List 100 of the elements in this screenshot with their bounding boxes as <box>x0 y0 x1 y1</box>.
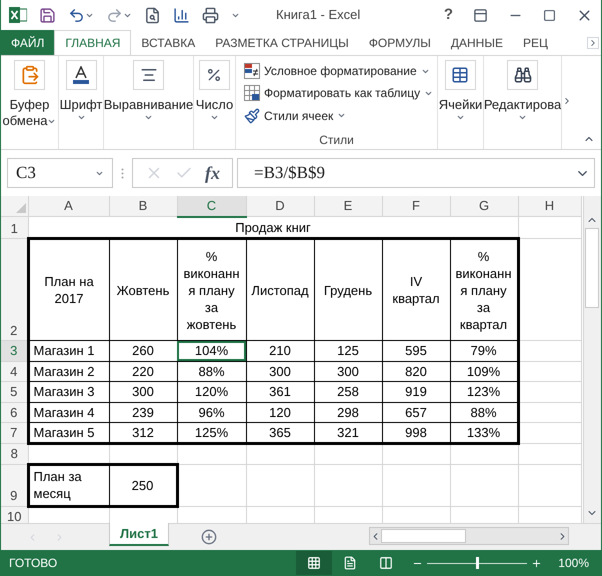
table-cell: Магазин 3 <box>28 382 109 402</box>
window-title: Книга1 - Excel <box>276 6 360 24</box>
table-cell: 120 <box>246 402 314 422</box>
zoom-slider-thumb[interactable] <box>476 557 480 569</box>
save-icon[interactable] <box>39 6 56 24</box>
ribbon-button[interactable]: Число <box>196 60 234 122</box>
help-button[interactable]: ? <box>444 4 453 26</box>
app-logo-icon <box>9 6 27 24</box>
ribbon-button[interactable]: Буфер обмена <box>2 60 56 129</box>
formula-field[interactable]: =B3/$B$9 <box>237 158 595 188</box>
binoculars-icon <box>514 66 532 84</box>
table-cell: % виконання плану за жовтень <box>177 238 246 340</box>
table-cell: 88% <box>450 402 518 422</box>
table-cell: 321 <box>314 422 382 443</box>
name-box[interactable]: C3 <box>7 158 113 188</box>
table-cell: Жовтень <box>109 238 177 340</box>
caret-icon <box>144 113 153 122</box>
table-cell: 260 <box>109 340 177 361</box>
table-cell: 300 <box>109 382 177 402</box>
row-header[interactable]: 9 <box>1 464 28 506</box>
print-preview-icon[interactable] <box>144 6 161 24</box>
table-cell: 998 <box>382 422 450 443</box>
row-header[interactable]: 4 <box>1 361 28 382</box>
font-color-icon <box>73 66 89 84</box>
caret-icon <box>518 113 527 122</box>
table-cell: 239 <box>109 402 177 422</box>
table-cell: 88% <box>177 361 246 382</box>
zoom-level: 100% <box>558 555 589 572</box>
table-cell: 125 <box>314 340 382 361</box>
table-cell: 657 <box>382 402 450 422</box>
zoom-slider[interactable] <box>427 557 528 569</box>
sheet-tab[interactable]: Лист1 <box>109 523 169 546</box>
button-label: Буфер <box>10 97 50 113</box>
zoom-in-icon[interactable] <box>531 558 542 568</box>
ribbon-tab[interactable]: ДАННЫЕ <box>440 30 513 55</box>
row-header[interactable]: 7 <box>1 422 28 443</box>
column-header[interactable]: F <box>382 196 450 216</box>
ribbon-menu-button[interactable]: Стили ячеек <box>244 104 429 127</box>
table-cell: 365 <box>246 422 314 443</box>
table-cell: Магазин 2 <box>28 361 109 382</box>
table-cell: 300 <box>314 361 382 382</box>
caret-icon <box>456 113 465 122</box>
ribbon-tab[interactable]: ГЛАВНАЯ <box>54 30 132 55</box>
table-cell: IV квартал <box>382 238 450 340</box>
caret-icon <box>76 113 86 122</box>
ribbon-menu-button[interactable]: Условное форматирование <box>244 60 429 82</box>
ribbon-button[interactable]: Редактирова <box>484 60 561 122</box>
row-header[interactable]: 8 <box>1 443 28 464</box>
button-label: Число <box>196 97 234 113</box>
table-cell: Магазин 1 <box>28 340 109 361</box>
button-label: Шрифт <box>60 97 102 113</box>
ribbon-button[interactable]: Шрифт <box>60 60 102 122</box>
insert-function-button[interactable]: fx <box>205 160 220 186</box>
table-cell: 220 <box>109 361 177 382</box>
table-cell: Листопад <box>246 238 314 340</box>
undo-icon[interactable] <box>68 6 85 24</box>
table-cell: 298 <box>314 402 382 422</box>
cell-style-icon <box>244 108 260 124</box>
percent-icon <box>206 67 222 83</box>
table-cell: 104% <box>177 340 246 361</box>
row-header[interactable]: 6 <box>1 402 28 422</box>
column-header[interactable]: D <box>246 196 314 216</box>
button-label: обмена <box>2 113 48 129</box>
column-header[interactable]: E <box>314 196 382 216</box>
table-cell: 258 <box>314 382 382 402</box>
scroll-right-icon[interactable] <box>587 37 599 49</box>
horizontal-scrollbar-thumb[interactable] <box>381 529 466 543</box>
table-cell: Магазин 4 <box>28 402 109 422</box>
row-header[interactable]: 10 <box>1 506 28 523</box>
add-sheet-icon[interactable] <box>200 529 217 545</box>
ribbon-tab[interactable]: ВСТАВКА <box>131 30 206 55</box>
table-cell: 133% <box>450 422 518 443</box>
ribbon-tab[interactable]: РЕЦ <box>512 30 558 55</box>
maximize-icon[interactable] <box>543 8 556 22</box>
redo-icon[interactable] <box>106 6 123 24</box>
ribbon-menu-button[interactable]: Форматировать как таблицу <box>244 82 429 105</box>
normal-view-icon[interactable] <box>296 551 332 575</box>
ribbon-button[interactable]: Выравнивание <box>104 60 193 122</box>
row-header[interactable]: 1 <box>1 216 28 238</box>
ribbon-tab[interactable]: ФОРМУЛЫ <box>358 30 441 55</box>
conditional-format-icon <box>244 63 260 80</box>
ribbon-tab[interactable]: РАЗМЕТКА СТРАНИЦЫ <box>205 30 359 55</box>
table-cell: 250 <box>109 464 177 506</box>
ribbon-tab[interactable]: ФАЙЛ <box>1 30 54 55</box>
row-header[interactable]: 3 <box>1 340 28 361</box>
column-header[interactable]: H <box>518 196 581 216</box>
column-header[interactable]: A <box>28 196 109 216</box>
scrollbar-thumb[interactable] <box>585 228 600 308</box>
table-cell: Продаж книг <box>28 216 518 238</box>
bar-chart-icon[interactable] <box>173 6 190 24</box>
ribbon-button[interactable]: Ячейки <box>438 60 482 122</box>
align-icon <box>140 66 158 84</box>
row-header[interactable]: 5 <box>1 382 28 402</box>
table-cell: План за месяц <box>28 464 109 506</box>
printer-icon[interactable] <box>202 6 219 24</box>
column-header[interactable]: B <box>109 196 177 216</box>
ribbon-display-icon[interactable] <box>473 8 488 22</box>
column-header[interactable]: C <box>177 196 246 216</box>
row-header[interactable]: 2 <box>1 238 28 340</box>
column-header[interactable]: G <box>450 196 518 216</box>
